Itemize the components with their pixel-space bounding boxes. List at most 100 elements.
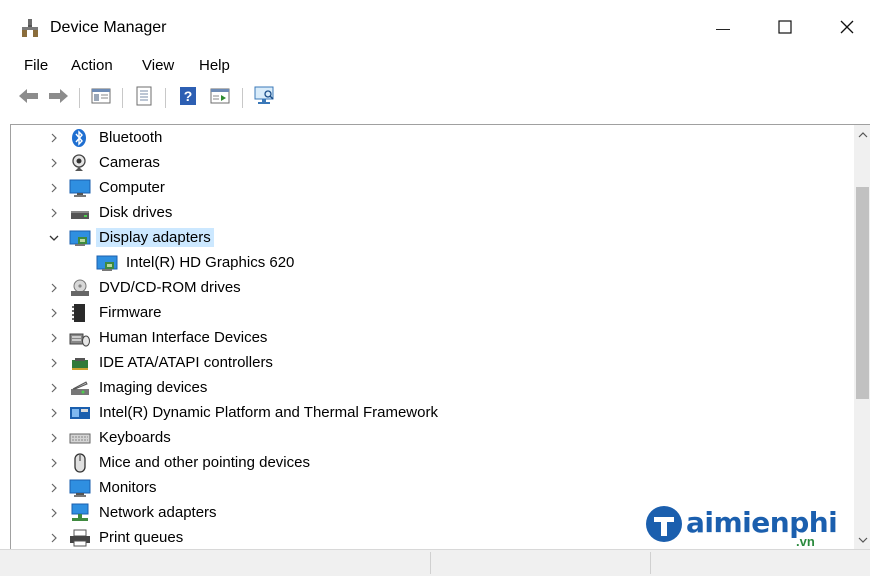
svg-text:?: ? [184,88,193,104]
tree-category-item[interactable]: Cameras [11,151,851,175]
tree-category-item[interactable]: Keyboards [11,426,851,450]
run-button[interactable] [208,86,232,110]
network-adapter-icon [69,503,91,523]
expand-chevron-icon[interactable] [47,376,61,400]
menu-help[interactable]: Help [199,57,230,74]
scroll-down-button[interactable] [854,530,870,550]
tree-item-label: Intel(R) HD Graphics 620 [126,254,295,271]
expand-chevron-icon[interactable] [47,151,61,175]
menu-action[interactable]: Action [71,57,113,74]
tree-category-item[interactable]: Disk drives [11,201,851,225]
scroll-thumb[interactable] [856,187,869,399]
tree-item-label: IDE ATA/ATAPI controllers [99,354,273,371]
tree-item-label: DVD/CD-ROM drives [99,279,241,296]
collapse-chevron-icon[interactable] [47,226,61,250]
watermark-suffix: .vn [796,534,815,549]
mouse-icon [69,453,91,473]
expand-chevron-icon[interactable] [47,276,61,300]
status-cell [0,552,431,574]
tree-item-label: Mice and other pointing devices [99,454,310,471]
close-button[interactable] [824,12,870,44]
menu-view[interactable]: View [142,57,174,74]
tree-item-label: Computer [99,179,165,196]
expand-chevron-icon[interactable] [47,426,61,450]
status-bar [0,549,870,576]
expand-chevron-icon[interactable] [47,526,61,550]
tree-category-item[interactable]: DVD/CD-ROM drives [11,276,851,300]
properties-button[interactable] [132,86,156,110]
expand-chevron-icon[interactable] [47,326,61,350]
tree-child-item[interactable]: Intel(R) HD Graphics 620 [11,251,851,275]
title-bar: Device Manager — [0,0,870,54]
tree-category-item[interactable]: Computer [11,176,851,200]
expand-chevron-icon[interactable] [47,476,61,500]
tree-category-item[interactable]: Display adapters [11,226,851,250]
tree-item-label: Display adapters [96,228,214,247]
expand-chevron-icon[interactable] [47,501,61,525]
maximize-button[interactable] [762,12,808,44]
device-tree[interactable]: Bluetooth Cameras Computer Disk drives Displ… [10,124,870,550]
vertical-scrollbar[interactable] [854,125,870,550]
tree-item-label: Network adapters [99,504,217,521]
scan-hardware-icon [253,86,275,111]
forward-icon [47,88,69,109]
minimize-icon: — [716,20,730,36]
keyboard-icon [69,428,91,448]
expand-chevron-icon[interactable] [47,401,61,425]
window-title: Device Manager [50,19,167,36]
help-icon: ? [179,86,197,111]
hid-icon [69,328,91,348]
expand-chevron-icon[interactable] [47,201,61,225]
dvd-drive-icon [69,278,91,298]
tree-category-item[interactable]: Firmware [11,301,851,325]
toolbar: ? [0,84,870,116]
device-manager-icon [20,18,40,38]
minimize-button[interactable]: — [700,12,746,44]
expand-chevron-icon[interactable] [47,351,61,375]
disk-drive-icon [69,203,91,223]
firmware-icon [69,303,91,323]
status-cell [430,552,651,574]
tree-item-label: Bluetooth [99,129,163,146]
tree-item-label: Firmware [99,304,162,321]
tree-category-item[interactable]: Bluetooth [11,126,851,150]
tree-item-label: Disk drives [99,204,173,221]
maximize-icon [778,18,792,39]
display-adapter-icon [96,253,118,273]
properties-icon [134,86,154,111]
bluetooth-icon [69,128,91,148]
run-icon [210,87,230,110]
tree-category-item[interactable]: Mice and other pointing devices [11,451,851,475]
tree-item-label: Monitors [99,479,157,496]
close-icon [840,18,854,39]
tree-category-item[interactable]: Imaging devices [11,376,851,400]
expand-chevron-icon[interactable] [47,301,61,325]
back-icon [18,88,40,109]
scan-hardware-button[interactable] [252,86,276,110]
console-tree-button[interactable] [89,86,113,110]
thermal-framework-icon [69,403,91,423]
monitor-icon [69,478,91,498]
forward-button[interactable] [46,86,70,110]
printer-icon [69,528,91,548]
watermark-logo: aimienphi .vn [644,500,844,550]
menu-bar: File Action View Help [0,54,870,80]
expand-chevron-icon[interactable] [47,126,61,150]
expand-chevron-icon[interactable] [47,451,61,475]
tree-category-item[interactable]: Intel(R) Dynamic Platform and Thermal Fr… [11,401,851,425]
tree-category-item[interactable]: IDE ATA/ATAPI controllers [11,351,851,375]
help-button[interactable]: ? [176,86,200,110]
menu-file[interactable]: File [24,57,48,74]
scroll-up-button[interactable] [854,125,870,145]
tree-item-label: Imaging devices [99,379,208,396]
tree-item-label: Print queues [99,529,184,546]
tree-item-label: Cameras [99,154,160,171]
tree-category-item[interactable]: Monitors [11,476,851,500]
imaging-device-icon [69,378,91,398]
tree-item-label: Keyboards [99,429,171,446]
tree-item-label: Human Interface Devices [99,329,268,346]
back-button[interactable] [17,86,41,110]
expand-chevron-icon[interactable] [47,176,61,200]
tree-category-item[interactable]: Human Interface Devices [11,326,851,350]
ide-controller-icon [69,353,91,373]
